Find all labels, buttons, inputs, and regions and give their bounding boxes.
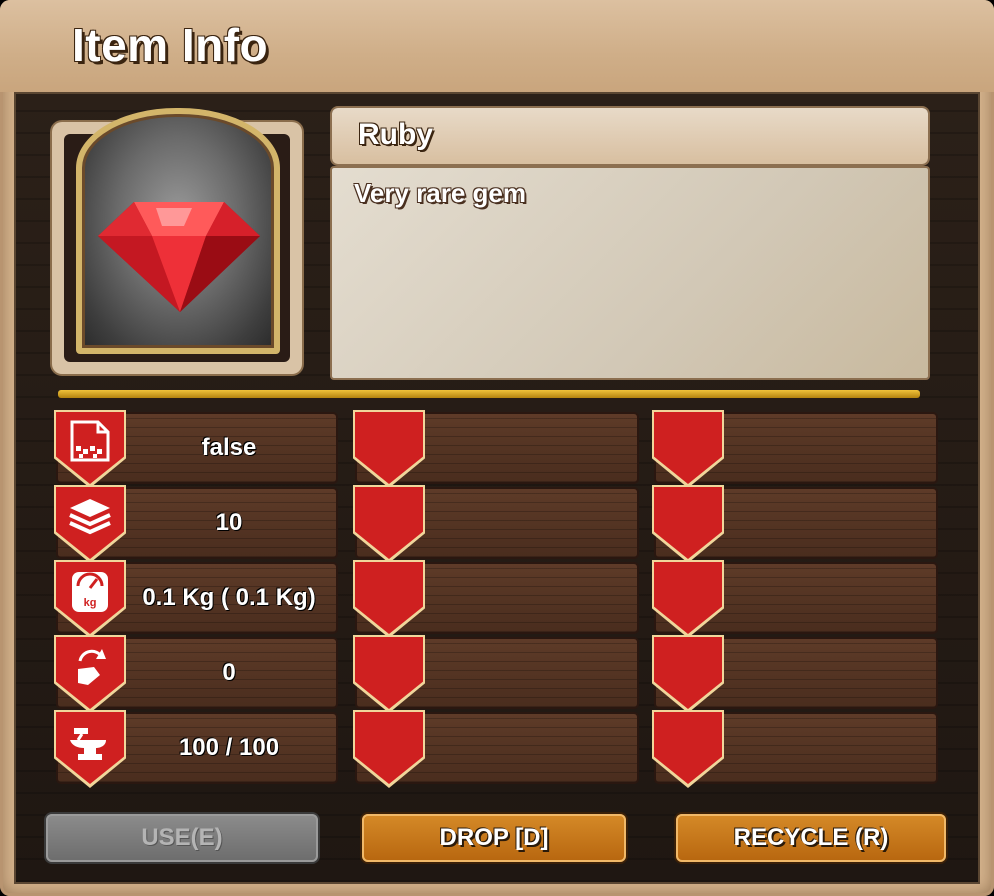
gold-divider xyxy=(58,390,920,398)
empty-ribbon-icon xyxy=(654,637,722,709)
empty-ribbon-icon xyxy=(654,712,722,784)
stat-value: 100 / 100 xyxy=(178,734,280,761)
item-name: Ruby xyxy=(358,118,433,151)
drop-button[interactable]: DROP [D] xyxy=(362,814,626,862)
empty-ribbon-icon xyxy=(654,412,722,484)
empty-ribbon-icon xyxy=(654,487,722,559)
stat-slot-empty xyxy=(353,485,637,563)
sellable-icon xyxy=(70,420,110,462)
item-description-box: Very rare gem xyxy=(332,168,928,378)
anvil-durability-icon xyxy=(70,728,106,760)
svg-text:kg: kg xyxy=(84,597,97,609)
stat-value: 0 xyxy=(222,659,236,686)
empty-ribbon-icon xyxy=(355,562,423,634)
stat-slot-empty xyxy=(652,560,936,638)
stat-slot-empty xyxy=(652,485,936,563)
stat-slot-empty xyxy=(353,710,637,788)
stat-slot-empty xyxy=(652,410,936,488)
ruby-gem-icon xyxy=(98,202,260,312)
item-description: Very rare gem xyxy=(354,178,527,208)
stat-value: false xyxy=(201,434,257,461)
empty-ribbon-icon xyxy=(654,562,722,634)
empty-ribbon-icon xyxy=(355,637,423,709)
empty-ribbon-icon xyxy=(355,712,423,784)
stat-value: 0.1 Kg ( 0.1 Kg) xyxy=(142,584,316,611)
stat-row-durability: 100 / 100 xyxy=(54,710,336,788)
stat-value: 10 xyxy=(215,509,243,536)
stat-slot-empty xyxy=(652,710,936,788)
stat-row-stack: 10 xyxy=(54,485,336,563)
empty-ribbon-icon xyxy=(355,412,423,484)
title-bar: Item Info xyxy=(0,0,994,92)
stat-slot-empty xyxy=(652,635,936,713)
stat-row-repair: 0 xyxy=(54,635,336,713)
empty-ribbon-icon xyxy=(355,487,423,559)
stat-row-sellable: false xyxy=(54,410,336,488)
weight-scale-icon: kg xyxy=(72,572,108,612)
recycle-button[interactable]: RECYCLE (R) xyxy=(676,814,946,862)
item-name-bar: Ruby xyxy=(332,108,928,164)
stat-slot-empty xyxy=(353,560,637,638)
stat-slot-empty xyxy=(353,635,637,713)
use-button[interactable]: USE(E) xyxy=(46,814,318,862)
repair-hand-icon xyxy=(78,649,106,685)
window-title: Item Info xyxy=(72,19,269,71)
stack-layers-icon xyxy=(69,499,111,535)
stat-slot-empty xyxy=(353,410,637,488)
stat-row-weight: kg 0.1 Kg ( 0.1 Kg) xyxy=(54,560,336,638)
